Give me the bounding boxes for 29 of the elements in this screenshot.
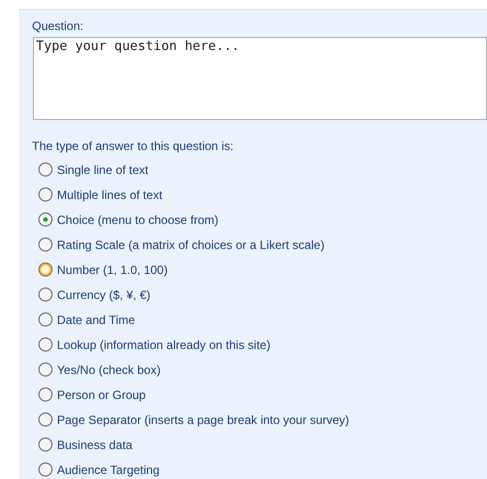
answer-type-label: The type of answer to this question is: — [32, 138, 234, 154]
option-label[interactable]: Lookup (information already on this site) — [57, 336, 270, 354]
radio-button[interactable] — [38, 162, 53, 177]
radio-button[interactable] — [38, 262, 53, 277]
radio-button[interactable] — [38, 237, 53, 252]
radio-button[interactable] — [38, 212, 53, 227]
option-label[interactable]: Currency ($, ¥, €) — [57, 286, 150, 304]
radio-button[interactable] — [38, 462, 53, 477]
option-label[interactable]: Yes/No (check box) — [57, 360, 161, 378]
option-label[interactable]: Single line of text — [57, 160, 148, 178]
option-label[interactable]: Rating Scale (a matrix of choices or a Likert scale) — [57, 236, 324, 254]
option-label[interactable]: Multiple lines of text — [57, 186, 162, 204]
option-label[interactable]: Audience Targeting — [57, 460, 160, 478]
option-label[interactable]: Choice (menu to choose from) — [57, 210, 218, 228]
radio-button[interactable] — [38, 337, 53, 352]
radio-button[interactable] — [38, 287, 53, 302]
radio-button[interactable] — [38, 312, 53, 327]
option-label[interactable]: Date and Time — [57, 310, 136, 328]
option-label[interactable]: Business data — [57, 436, 132, 454]
option-label[interactable]: Person or Group — [57, 386, 146, 404]
question-field[interactable]: Type your question here... — [33, 37, 487, 120]
radio-button[interactable] — [38, 437, 53, 452]
question-label: Question: — [32, 18, 84, 34]
option-label[interactable]: Number (1, 1.0, 100) — [57, 260, 168, 278]
radio-button[interactable] — [38, 187, 53, 202]
radio-button[interactable] — [38, 387, 53, 402]
radio-button[interactable] — [38, 362, 53, 377]
radio-button[interactable] — [38, 412, 53, 427]
option-label[interactable]: Page Separator (inserts a page break into your survey) — [57, 410, 350, 428]
